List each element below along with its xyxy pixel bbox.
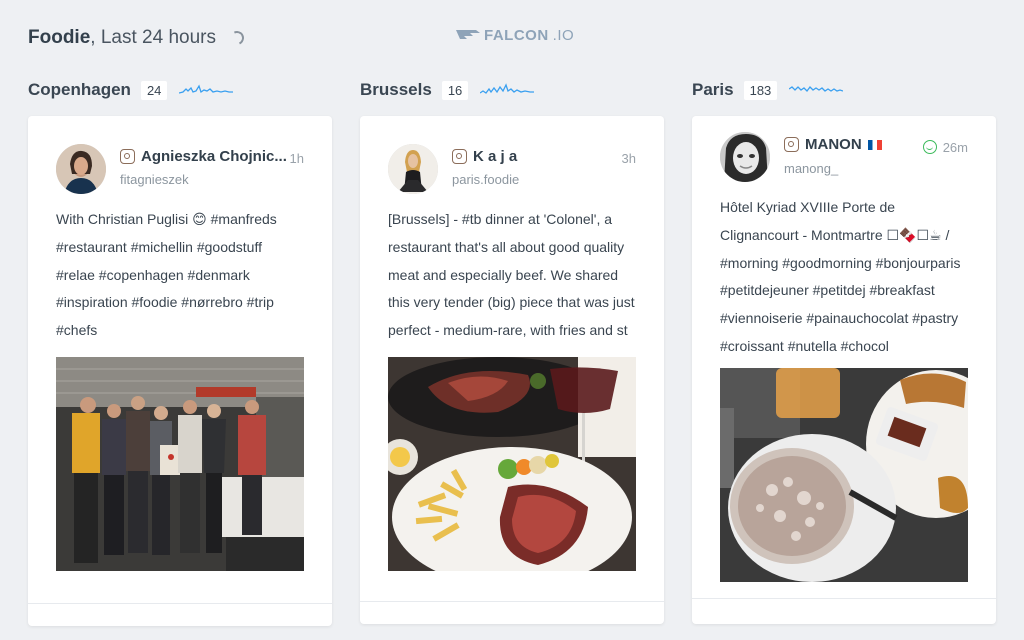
post-text: [Brussels] - #tb dinner at 'Colonel', a … (388, 211, 635, 339)
user-handle[interactable]: paris.foodie (452, 172, 519, 187)
post-time: 3h (621, 151, 636, 166)
post-count-badge: 16 (441, 80, 469, 100)
falcon-bird-icon (456, 29, 480, 39)
column-header: Brussels 16 (360, 78, 664, 102)
smile-icon (922, 140, 937, 154)
column-copenhagen: Copenhagen 24 Agnieszka Chojnic... fitag… (28, 78, 332, 638)
post-time: 1h (289, 151, 304, 166)
post-card[interactable]: K a j a paris.foodie 3h [Brussels] - #tb… (360, 116, 664, 624)
loading-spinner-icon (228, 29, 246, 47)
post-card[interactable]: Agnieszka Chojnic... fitagnieszek 1h Wit… (28, 116, 332, 626)
column-brussels: Brussels 16 K a j a paris.foodie 3h [Bru… (360, 78, 664, 638)
column-header: Paris 183 (692, 78, 996, 102)
instagram-icon (120, 149, 135, 164)
column-header: Copenhagen 24 (28, 78, 332, 102)
post-photo[interactable] (388, 356, 636, 571)
card-footer (28, 602, 332, 637)
user-handle[interactable]: fitagnieszek (120, 172, 189, 187)
post-photo[interactable] (56, 356, 304, 571)
instagram-icon (784, 137, 799, 152)
france-flag-icon (867, 139, 882, 150)
column-name: Paris (692, 80, 734, 99)
column-paris: Paris 183 MANON manong_ 26m Hôtel Kyriad… (692, 78, 996, 638)
post-card[interactable]: MANON manong_ 26m Hôtel Kyriad XVIIIe Po… (692, 116, 996, 624)
post-author[interactable]: Agnieszka Chojnic... (120, 148, 287, 165)
page-title: Foodie, Last 24 hours (28, 27, 216, 48)
column-name: Brussels (360, 80, 432, 99)
post-count-badge: 183 (743, 80, 778, 100)
post-author[interactable]: MANON (784, 136, 882, 153)
user-avatar[interactable] (720, 132, 770, 182)
activity-sparkline (480, 83, 535, 94)
post-text: With Christian Puglisi 😊 #manfreds #rest… (56, 211, 277, 339)
activity-sparkline (789, 86, 844, 92)
user-avatar[interactable] (56, 144, 106, 194)
post-text: Hôtel Kyriad XVIIIe Porte de Clignancour… (720, 199, 961, 354)
card-footer (360, 600, 664, 635)
column-name: Copenhagen (28, 80, 131, 99)
post-photo[interactable] (720, 367, 968, 582)
activity-sparkline (179, 84, 234, 94)
instagram-icon (452, 149, 467, 164)
user-handle[interactable]: manong_ (784, 161, 838, 176)
card-footer (692, 597, 996, 632)
falcon-logo[interactable]: FALCON .IO (456, 27, 574, 44)
post-author[interactable]: K a j a (452, 148, 517, 165)
post-time: 26m (922, 140, 968, 155)
page-header: Foodie, Last 24 hours (28, 24, 246, 52)
post-count-badge: 24 (140, 80, 168, 100)
user-avatar[interactable] (388, 144, 438, 194)
